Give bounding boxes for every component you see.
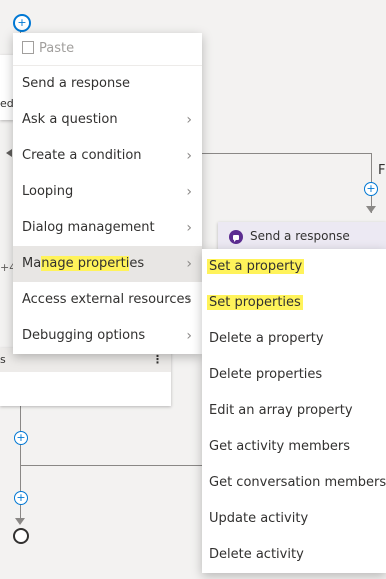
connector-merge-horizontal — [20, 465, 202, 466]
label-part: es — [129, 256, 145, 271]
submenu-item-label: Delete properties — [209, 367, 323, 382]
authoring-canvas: + + + + ed s ⋮ +4 F Send a response Past… — [0, 0, 386, 579]
menu-item-dialog-management[interactable]: Dialog management › — [13, 210, 202, 246]
send-response-card[interactable]: Send a response — [218, 222, 386, 252]
card-title: Send a response — [250, 229, 350, 243]
menu-item-label: Dialog management — [22, 220, 155, 235]
menu-item-debugging-options[interactable]: Debugging options › — [13, 318, 202, 354]
arrow-left-icon — [6, 149, 12, 157]
menu-item-label: Create a condition — [22, 148, 142, 163]
submenu-item-label: Delete activity — [209, 547, 304, 562]
menu-item-access-external-resources[interactable]: Access external resources › — [13, 282, 202, 318]
arrow-down-icon — [15, 518, 25, 525]
manage-properties-submenu: Set a property Set properties Delete a p… — [202, 249, 386, 573]
arrow-down-icon — [366, 206, 376, 213]
submenu-item-set-properties[interactable]: Set properties — [202, 285, 386, 321]
menu-item-label: Ask a question — [22, 112, 118, 127]
add-action-button-lower[interactable]: + — [14, 431, 28, 445]
submenu-item-delete-activity[interactable]: Delete activity — [202, 537, 386, 573]
menu-item-send-response[interactable]: Send a response — [13, 66, 202, 102]
menu-item-label: Manage properties — [22, 256, 144, 271]
chevron-right-icon: › — [186, 112, 192, 128]
submenu-item-edit-array-property[interactable]: Edit an array property — [202, 393, 386, 429]
chevron-right-icon: › — [186, 184, 192, 200]
menu-item-label: Debugging options — [22, 328, 146, 343]
end-node — [13, 528, 29, 544]
chevron-right-icon: › — [186, 256, 192, 272]
chevron-right-icon: › — [186, 328, 192, 344]
menu-item-looping[interactable]: Looping › — [13, 174, 202, 210]
menu-item-manage-properties[interactable]: Manage properties › — [13, 246, 202, 282]
chevron-right-icon: › — [186, 220, 192, 236]
add-action-button-top[interactable]: + — [13, 14, 31, 32]
submenu-item-label: Update activity — [209, 511, 309, 526]
submenu-item-delete-properties[interactable]: Delete properties — [202, 357, 386, 393]
paste-icon — [22, 41, 34, 54]
menu-item-label: Access external resources — [22, 292, 192, 307]
submenu-item-label: Get conversation members — [209, 475, 386, 490]
submenu-item-get-conversation-members[interactable]: Get conversation members — [202, 465, 386, 501]
add-action-button-branch[interactable]: + — [364, 182, 378, 196]
chevron-right-icon: › — [186, 292, 192, 308]
submenu-item-delete-a-property[interactable]: Delete a property — [202, 321, 386, 357]
add-action-menu: Paste Send a response Ask a question › Cr… — [13, 33, 202, 354]
submenu-item-update-activity[interactable]: Update activity — [202, 501, 386, 537]
partial-card-text: s — [0, 353, 6, 366]
submenu-item-label: Set properties — [207, 295, 303, 310]
menu-item-create-condition[interactable]: Create a condition › — [13, 138, 202, 174]
submenu-item-label: Get activity members — [209, 439, 351, 454]
partial-card-lower[interactable]: s ⋮ — [0, 348, 171, 406]
submenu-item-label: Delete a property — [209, 331, 324, 346]
chat-bubble-icon — [229, 230, 243, 244]
submenu-item-get-activity-members[interactable]: Get activity members — [202, 429, 386, 465]
partial-card-top[interactable]: ed — [0, 55, 14, 120]
submenu-item-set-a-property[interactable]: Set a property — [202, 249, 386, 285]
connector-branch-horizontal — [200, 153, 371, 154]
submenu-item-label: Set a property — [207, 259, 305, 274]
menu-item-label: Looping — [22, 184, 74, 199]
submenu-item-label: Edit an array property — [209, 403, 353, 418]
add-action-button-bottom[interactable]: + — [14, 491, 28, 505]
menu-item-paste-label: Paste — [39, 41, 75, 56]
partial-label: F — [378, 163, 386, 178]
menu-item-label: Send a response — [22, 76, 131, 91]
label-part: Ma — [22, 256, 42, 271]
chevron-right-icon: › — [186, 148, 192, 164]
menu-item-ask-question[interactable]: Ask a question › — [13, 102, 202, 138]
partial-card-text: ed — [0, 97, 14, 110]
menu-item-paste[interactable]: Paste — [13, 33, 202, 65]
card-more-icon[interactable]: ⋮ — [152, 353, 163, 366]
label-highlight: nage properti — [41, 256, 130, 271]
